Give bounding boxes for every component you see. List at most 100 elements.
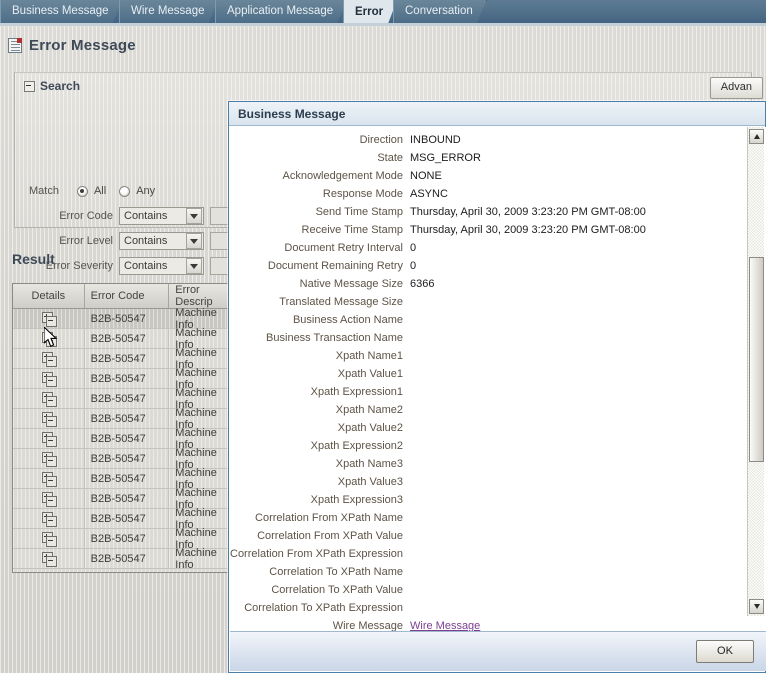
tab-label: Conversation [405,5,473,17]
property-label: Receive Time Stamp [301,224,403,236]
property-label: Xpath Name2 [335,404,403,416]
cell-error-code: B2B-50547 [84,449,170,468]
match-any-radio[interactable] [119,185,131,197]
expand-icon[interactable] [41,532,57,547]
property-label: Xpath Value2 [337,422,403,434]
expand-icon[interactable] [41,412,57,427]
property-label: State [377,152,403,164]
error-level-operator-select[interactable]: Contains [119,232,204,250]
tab-label: Business Message [12,5,109,17]
cell-error-description: Machine Info [169,407,235,431]
property-label: Correlation To XPath Expression [244,602,403,614]
row-expand-cell[interactable] [13,529,85,548]
advanced-button[interactable]: Advan [709,77,763,99]
property-label: Xpath Name1 [335,350,403,362]
cell-error-description: Machine Info [169,527,235,551]
tab-error[interactable]: Error [343,0,397,26]
property-label: Xpath Value1 [337,368,403,380]
property-row: Correlation From XPath Value [230,528,730,545]
property-label: Xpath Expression2 [310,440,403,452]
property-label: Business Action Name [292,314,403,326]
expand-icon[interactable] [41,492,57,507]
property-value: MSG_ERROR [410,152,481,164]
property-label: Document Remaining Retry [267,260,403,272]
scroll-down-button[interactable] [749,599,764,614]
chevron-down-icon[interactable] [186,208,202,224]
cell-error-code: B2B-50547 [84,349,170,368]
collapse-icon[interactable] [24,80,35,92]
property-row: Business Transaction Name [230,330,730,347]
tab-label: Wire Message [131,5,205,17]
field-label: Error Code [59,210,113,222]
row-expand-cell[interactable] [13,469,85,488]
row-expand-cell[interactable] [13,349,85,368]
tab-application-message[interactable]: Application Message [215,0,347,23]
cell-error-description: Machine Info [169,507,235,531]
property-label: Direction [359,134,403,146]
cell-error-description: Machine Info [169,427,235,451]
row-expand-cell[interactable] [13,549,85,568]
chevron-down-icon[interactable] [186,258,202,274]
row-expand-cell[interactable] [13,429,85,448]
column-header-details[interactable]: Details [13,284,85,308]
dialog-vertical-scrollbar[interactable] [747,127,764,616]
cell-error-code: B2B-50547 [84,509,170,528]
error-code-operator-select[interactable]: Contains [119,207,204,225]
cell-error-code: B2B-50547 [84,329,170,348]
row-expand-cell[interactable] [13,409,85,428]
ok-button[interactable]: OK [696,640,754,663]
expand-icon[interactable] [41,432,57,447]
vertical-scroll-thumb[interactable] [749,257,764,462]
search-header[interactable]: Search Advan [15,73,763,99]
expand-icon[interactable] [41,472,57,487]
tab-conversation[interactable]: Conversation [393,0,487,23]
tab-wire-message[interactable]: Wire Message [119,0,219,23]
table-row[interactable]: B2B-50547 Machine Info [13,547,235,571]
column-header-error-code[interactable]: Error Code [85,284,170,308]
match-all-radio[interactable] [76,185,88,197]
expand-icon[interactable] [41,392,57,407]
row-expand-cell[interactable] [13,449,85,468]
cell-error-description: Machine Info [169,327,235,351]
cell-error-description: Machine Info [169,347,235,371]
cell-error-description: Machine Info [169,487,235,511]
property-label: Xpath Expression1 [310,386,403,398]
property-label: Document Retry Interval [284,242,403,254]
property-row: Translated Message Size [230,294,730,311]
match-row: Match All Any [29,185,162,197]
expand-icon[interactable] [41,372,57,387]
expand-icon[interactable] [41,552,57,567]
property-row: Correlation From XPath Expression [230,546,730,563]
property-value: ASYNC [410,188,448,200]
cell-error-description: Machine Info [169,467,235,491]
property-label: Xpath Expression3 [310,494,403,506]
cell-error-code: B2B-50547 [84,469,170,488]
row-expand-cell[interactable] [13,509,85,528]
operator-value: Contains [124,210,168,222]
match-all-label: All [93,185,107,197]
property-row: Direction INBOUND [230,132,730,149]
chevron-down-icon[interactable] [186,233,202,249]
property-row: Business Action Name [230,312,730,329]
property-label: Correlation To XPath Name [269,566,403,578]
expand-icon[interactable] [41,452,57,467]
property-row: Correlation To XPath Name [230,564,730,581]
row-expand-cell[interactable] [13,489,85,508]
property-row: State MSG_ERROR [230,150,730,167]
error-severity-operator-select[interactable]: Contains [119,257,204,275]
row-expand-cell[interactable] [13,309,85,328]
property-label: Correlation From XPath Expression [230,548,404,560]
tab-business-message[interactable]: Business Message [0,0,123,23]
property-label: Xpath Name3 [335,458,403,470]
cell-error-description: Machine Info [169,307,235,331]
property-label: Business Transaction Name [266,332,403,344]
expand-icon[interactable] [41,312,57,327]
row-expand-cell[interactable] [13,389,85,408]
property-value: Thursday, April 30, 2009 3:23:20 PM GMT-… [410,224,646,236]
cell-error-description: Machine Info [169,447,235,471]
expand-icon[interactable] [41,512,57,527]
scroll-up-button[interactable] [749,129,764,144]
expand-icon[interactable] [41,352,57,367]
row-expand-cell[interactable] [13,369,85,388]
column-header-error-description[interactable]: Error Descrip [169,284,235,308]
